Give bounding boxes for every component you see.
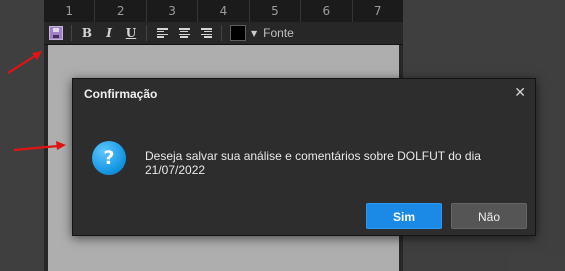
question-icon: ? [92, 141, 126, 175]
dialog-title: Confirmação [84, 87, 158, 101]
no-button[interactable]: Não [451, 203, 527, 229]
annotation-arrow-icon [13, 141, 66, 152]
yes-button[interactable]: Sim [366, 203, 442, 229]
annotation-arrow-icon [7, 51, 42, 74]
close-icon[interactable]: ✕ [514, 85, 526, 101]
confirmation-dialog: Confirmação ✕ ? Deseja salvar sua anális… [72, 78, 536, 236]
dialog-message: Deseja salvar sua análise e comentários … [145, 149, 481, 177]
